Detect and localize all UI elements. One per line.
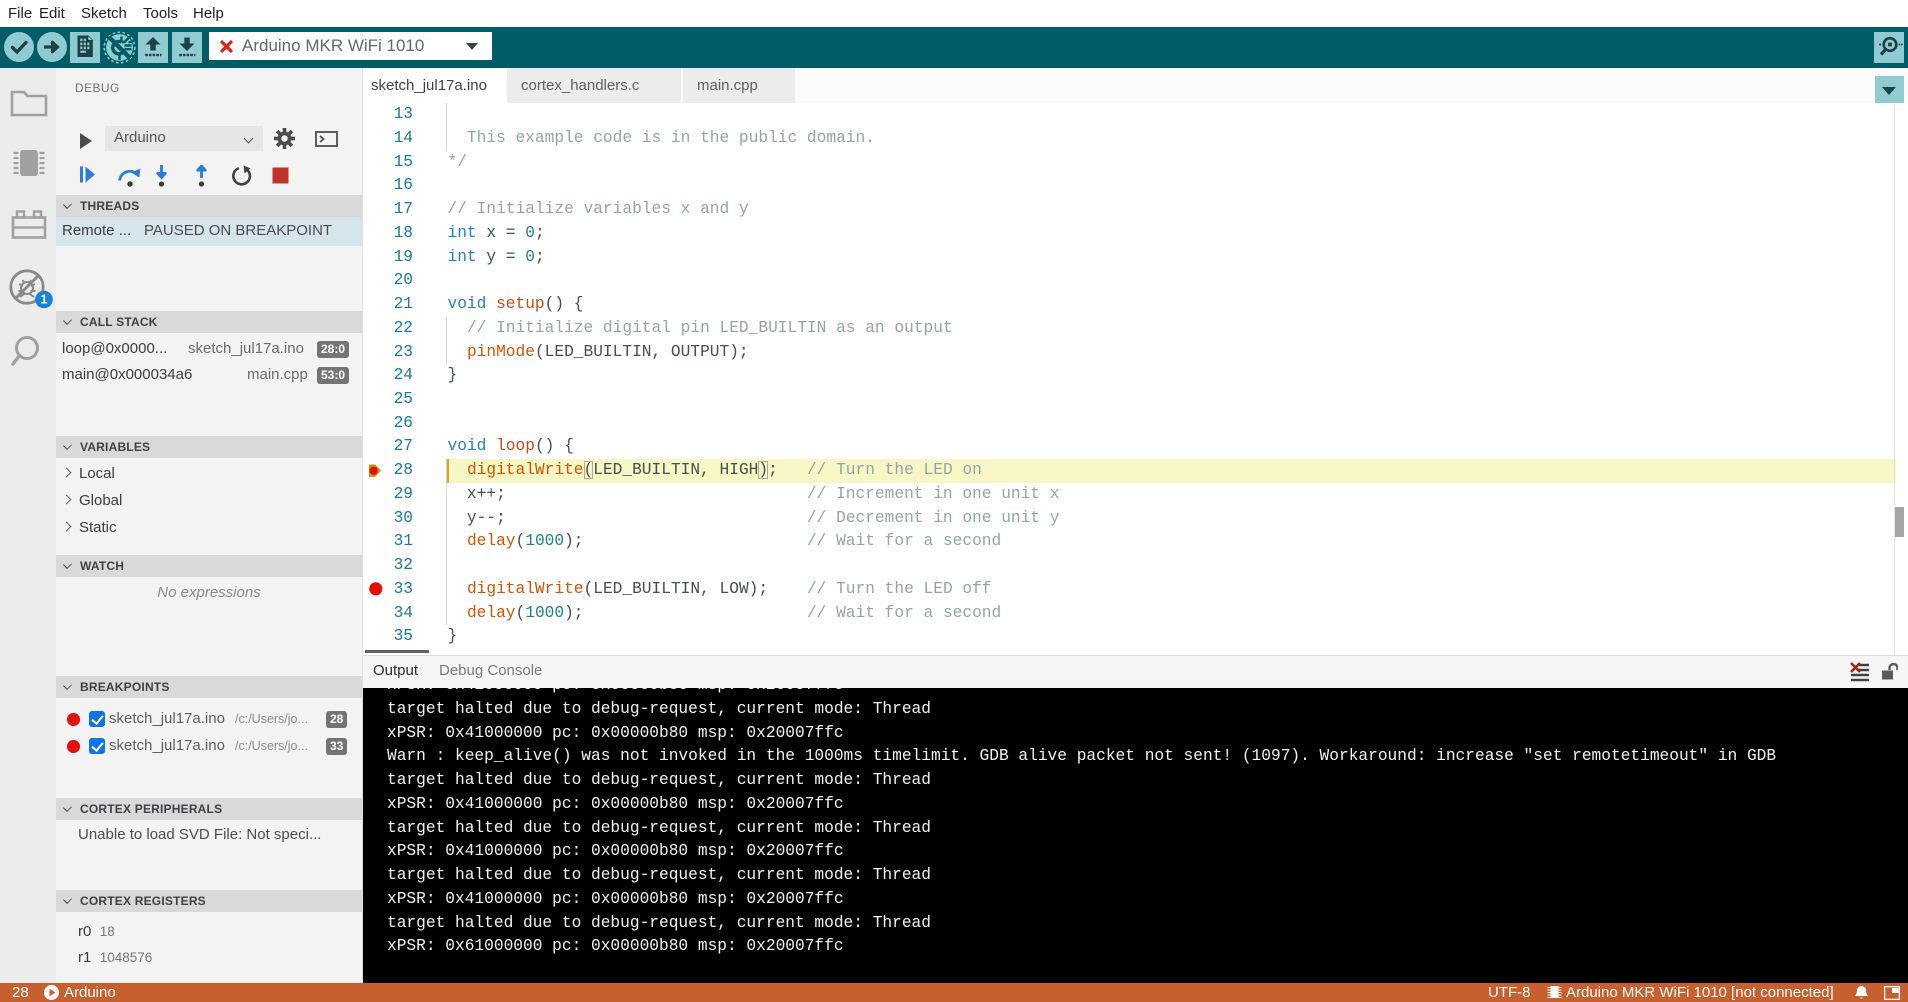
svg-text:1: 1	[41, 293, 48, 307]
